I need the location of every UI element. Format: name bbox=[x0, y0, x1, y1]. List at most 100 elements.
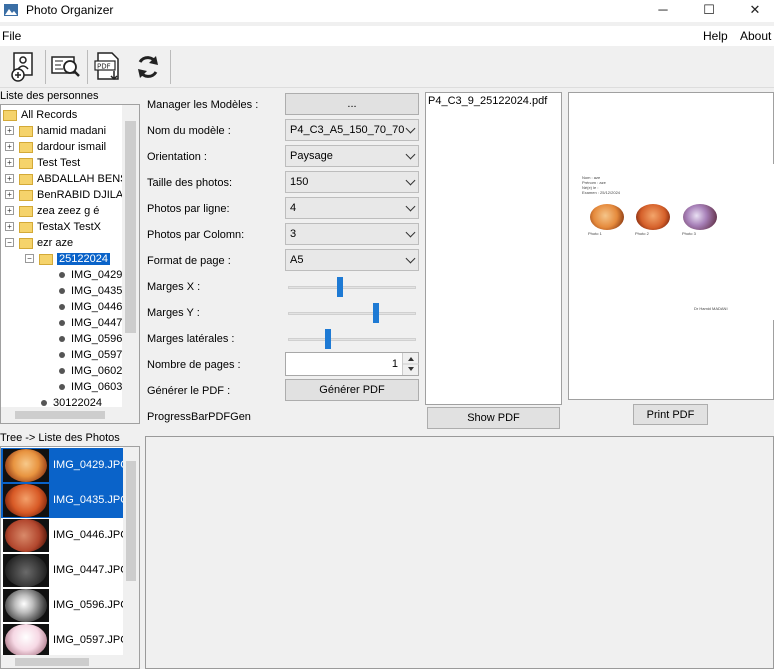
refresh-button[interactable] bbox=[130, 50, 166, 84]
photo-name: IMG_0596.JPG bbox=[53, 599, 129, 611]
tree-hscrollbar[interactable] bbox=[1, 407, 139, 423]
photo-list-item[interactable]: IMG_0429.JPG bbox=[1, 448, 129, 483]
tree-date-node[interactable]: 25122024 bbox=[39, 251, 110, 267]
preview-photo-3 bbox=[683, 204, 717, 230]
photo-list-item[interactable]: IMG_0597.JPG bbox=[1, 623, 129, 658]
pages-label: Nombre de pages : bbox=[147, 359, 241, 371]
tree-person-node[interactable]: Test Test bbox=[19, 155, 80, 171]
maximize-button[interactable]: ☐ bbox=[686, 0, 732, 22]
size-label: Taille des photos: bbox=[147, 177, 232, 189]
tree-image-node[interactable]: IMG_0603 bbox=[59, 379, 122, 395]
search-records-icon bbox=[51, 56, 80, 77]
photos-hscrollbar[interactable] bbox=[1, 655, 139, 668]
photo-name: IMG_0435.JPG bbox=[53, 494, 129, 506]
tree-image-node[interactable]: IMG_0602 bbox=[59, 363, 122, 379]
tree-title: Liste des personnes bbox=[0, 90, 99, 102]
orientation-select[interactable]: Paysage bbox=[285, 145, 419, 167]
tree-expander-icon[interactable]: + bbox=[5, 142, 14, 151]
photo-thumbnail bbox=[3, 554, 49, 587]
pages-spinner[interactable]: 1 bbox=[285, 352, 419, 376]
per-row-select[interactable]: 4 bbox=[285, 197, 419, 219]
photo-list-item[interactable]: IMG_0447.JPG bbox=[1, 553, 129, 588]
folder-icon bbox=[19, 205, 33, 217]
folder-icon bbox=[19, 125, 33, 137]
folder-icon bbox=[19, 157, 33, 169]
tree-person-node[interactable]: zea zeez g é bbox=[19, 203, 99, 219]
photo-name: IMG_0429.JPG bbox=[53, 459, 129, 471]
folder-icon bbox=[19, 141, 33, 153]
node-dot-icon bbox=[59, 320, 65, 327]
format-label: Format de page : bbox=[147, 255, 231, 267]
minimize-button[interactable]: ─ bbox=[640, 0, 686, 22]
search-records-button[interactable] bbox=[48, 50, 84, 84]
tree-image-node[interactable]: IMG_0447 bbox=[59, 315, 122, 331]
pdf-settings-form: Manager les Modèles : ... Nom du modèle … bbox=[145, 90, 422, 430]
tree-person-node[interactable]: dardour ismail bbox=[19, 139, 106, 155]
format-select[interactable]: A5 bbox=[285, 249, 419, 271]
tree-expander-icon[interactable]: + bbox=[5, 190, 14, 199]
photo-list-item[interactable]: IMG_0446.JPG bbox=[1, 518, 129, 553]
menu-help[interactable]: Help bbox=[703, 29, 728, 43]
photos-list[interactable]: IMG_0429.JPG IMG_0435.JPG IMG_0446.JPG IMG_… bbox=[0, 446, 140, 669]
photo-name: IMG_0446.JPG bbox=[53, 529, 129, 541]
spinner-arrows-icon[interactable] bbox=[402, 353, 419, 375]
node-dot-icon bbox=[59, 384, 65, 391]
tree-vscrollbar[interactable] bbox=[122, 105, 139, 407]
margin-y-slider[interactable] bbox=[288, 303, 416, 323]
folder-icon bbox=[19, 237, 33, 249]
tree-expander-icon[interactable]: + bbox=[5, 174, 14, 183]
photo-list-item[interactable]: IMG_0596.JPG bbox=[1, 588, 129, 623]
pdf-file-item[interactable]: P4_C3_9_25122024.pdf bbox=[428, 95, 547, 107]
tree-image-node[interactable]: IMG_0596 bbox=[59, 331, 122, 347]
photo-list-item[interactable]: IMG_0435.JPG bbox=[1, 483, 129, 518]
photo-thumbnail bbox=[3, 624, 49, 657]
folder-icon bbox=[39, 253, 53, 265]
generate-pdf-button[interactable]: Générer PDF bbox=[285, 379, 419, 401]
tree-person-node[interactable]: ABDALLAH BENSA bbox=[19, 171, 135, 187]
node-dot-icon bbox=[59, 304, 65, 311]
size-select[interactable]: 150 bbox=[285, 171, 419, 193]
add-record-button[interactable] bbox=[6, 50, 42, 84]
photo-name: IMG_0597.JPG bbox=[53, 634, 129, 646]
tree-person-node[interactable]: BenRABID DJILAL bbox=[19, 187, 129, 203]
refresh-icon bbox=[138, 56, 158, 78]
photo-thumbnail bbox=[3, 484, 49, 517]
tree-image-node[interactable]: IMG_0435 bbox=[59, 283, 122, 299]
photos-vscrollbar[interactable] bbox=[123, 447, 139, 657]
tree-expander-icon[interactable]: + bbox=[5, 126, 14, 135]
node-dot-icon bbox=[59, 288, 65, 295]
tree-image-node[interactable]: IMG_0446 bbox=[59, 299, 122, 315]
menu-file[interactable]: File bbox=[2, 29, 21, 43]
print-pdf-button[interactable]: Print PDF bbox=[633, 404, 708, 425]
tree-expander-icon[interactable]: + bbox=[5, 222, 14, 231]
margin-lat-slider[interactable] bbox=[288, 329, 416, 349]
node-dot-icon bbox=[59, 272, 65, 279]
tree-image-node[interactable]: IMG_0429 bbox=[59, 267, 122, 283]
tree-person-node[interactable]: TestaX TestX bbox=[19, 219, 101, 235]
tree-expander-icon[interactable]: + bbox=[5, 158, 14, 167]
tree-expander-icon[interactable]: + bbox=[5, 206, 14, 215]
tree-expander-icon[interactable]: − bbox=[5, 238, 14, 247]
model-select[interactable]: P4_C3_A5_150_70_70 bbox=[285, 119, 419, 141]
model-label: Nom du modèle : bbox=[147, 125, 231, 137]
close-button[interactable]: ✕ bbox=[732, 0, 774, 22]
menu-about[interactable]: About bbox=[740, 29, 771, 43]
manager-models-button[interactable]: ... bbox=[285, 93, 419, 115]
generate-label: Générer le PDF : bbox=[147, 385, 231, 397]
show-pdf-button[interactable]: Show PDF bbox=[427, 407, 560, 429]
tree-person-node[interactable]: hamid madani bbox=[19, 123, 106, 139]
pdf-files-list[interactable]: P4_C3_9_25122024.pdf bbox=[425, 92, 562, 405]
chevron-down-icon bbox=[405, 253, 416, 264]
tree-image-node[interactable]: IMG_0597 bbox=[59, 347, 122, 363]
node-dot-icon bbox=[59, 368, 65, 375]
margin-x-slider[interactable] bbox=[288, 277, 416, 297]
folder-icon bbox=[19, 189, 33, 201]
tree-root[interactable]: All Records bbox=[3, 107, 77, 123]
chevron-down-icon bbox=[405, 149, 416, 160]
tree-expander-icon[interactable]: − bbox=[25, 254, 34, 263]
per-col-select[interactable]: 3 bbox=[285, 223, 419, 245]
persons-tree[interactable]: All Records + hamid madani + dardour ismail… bbox=[0, 104, 140, 424]
margin-lat-label: Marges latérales : bbox=[147, 333, 235, 345]
export-pdf-button[interactable]: PDF bbox=[90, 50, 126, 84]
tree-person-node[interactable]: ezr aze bbox=[19, 235, 73, 251]
